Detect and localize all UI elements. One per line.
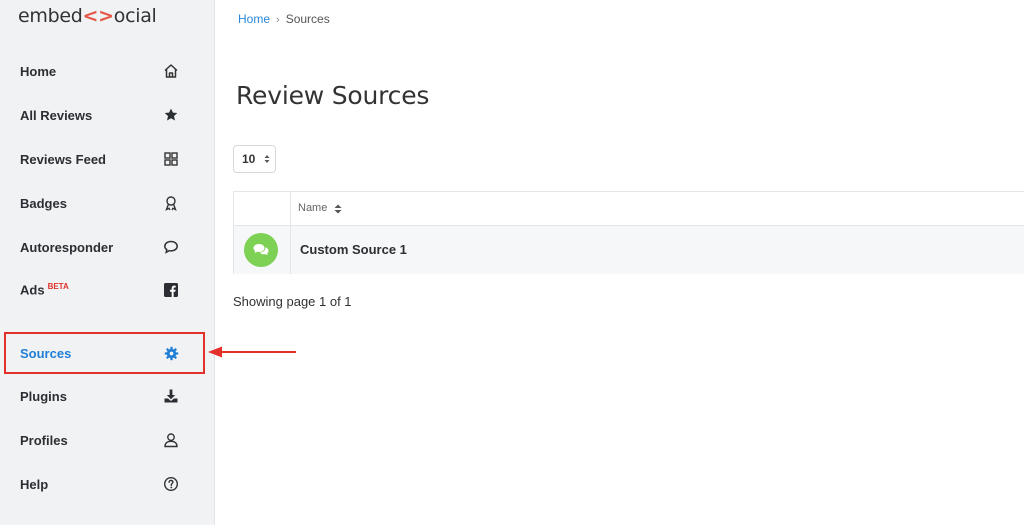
app: embed<>ocial Home All Reviews Reviews Fe…: [0, 0, 1024, 525]
chat-icon: [162, 238, 180, 256]
star-icon: [162, 106, 180, 124]
column-divider: [290, 226, 291, 274]
sidebar-item-home[interactable]: Home: [0, 51, 215, 91]
ads-label-text: Ads: [20, 282, 45, 298]
pagination-info: Showing page 1 of 1: [233, 294, 352, 309]
sidebar-item-label: Plugins: [20, 388, 67, 404]
logo-text-left: embed: [18, 5, 83, 27]
sidebar-item-plugins[interactable]: Plugins: [0, 376, 215, 416]
sidebar-item-label: Autoresponder: [20, 239, 114, 255]
sidebar-item-reviews-feed[interactable]: Reviews Feed: [0, 139, 215, 179]
page-title: Review Sources: [236, 81, 430, 110]
sidebar-item-label: Reviews Feed: [20, 151, 106, 167]
sort-icon[interactable]: [334, 203, 342, 215]
sidebar-item-help[interactable]: Help: [0, 464, 215, 504]
help-icon: [162, 475, 180, 493]
download-icon: [162, 387, 180, 405]
column-header-name[interactable]: Name: [298, 202, 327, 214]
select-caret-icon: [264, 155, 270, 163]
column-divider: [290, 192, 291, 226]
sidebar-item-label: Help: [20, 476, 49, 492]
sidebar-item-ads[interactable]: Ads BETA: [0, 270, 215, 310]
breadcrumb-home-link[interactable]: Home: [238, 12, 270, 26]
pointer-arrow: [208, 346, 296, 358]
sidebar-item-label: Ads BETA: [20, 282, 69, 297]
sidebar-item-label: All Reviews: [20, 107, 93, 123]
logo-text-right: ocial: [113, 5, 157, 27]
facebook-icon: [162, 281, 180, 299]
sidebar-item-all-reviews[interactable]: All Reviews: [0, 95, 215, 135]
table-row[interactable]: Custom Source 1: [234, 226, 1024, 274]
sources-table: Name Custom Source 1: [233, 191, 1024, 274]
table-header: Name: [234, 192, 1024, 226]
home-icon: [162, 62, 180, 80]
sidebar-item-label: Home: [20, 63, 57, 79]
sidebar-item-label: Profiles: [20, 432, 68, 448]
per-page-value: 10: [242, 152, 256, 166]
sidebar-item-profiles[interactable]: Profiles: [0, 420, 215, 460]
grid-icon: [162, 150, 180, 168]
sidebar: embed<>ocial Home All Reviews Reviews Fe…: [0, 0, 215, 525]
beta-badge: BETA: [47, 282, 69, 292]
source-name[interactable]: Custom Source 1: [300, 242, 407, 257]
sources-highlight-box: [4, 332, 205, 374]
breadcrumb-current: Sources: [285, 12, 330, 26]
sidebar-item-autoresponder[interactable]: Autoresponder: [0, 227, 215, 267]
logo[interactable]: embed<>ocial: [18, 5, 157, 27]
per-page-select[interactable]: 10: [233, 145, 276, 173]
sidebar-item-badges[interactable]: Badges: [0, 183, 215, 223]
breadcrumb-separator: ›: [276, 14, 280, 26]
badge-icon: [162, 194, 180, 212]
breadcrumb: Home › Sources: [238, 12, 330, 26]
sidebar-item-label: Badges: [20, 195, 67, 211]
user-icon: [162, 431, 180, 449]
logo-mark: <>: [82, 5, 115, 27]
chat-bubbles-icon: [244, 233, 278, 267]
